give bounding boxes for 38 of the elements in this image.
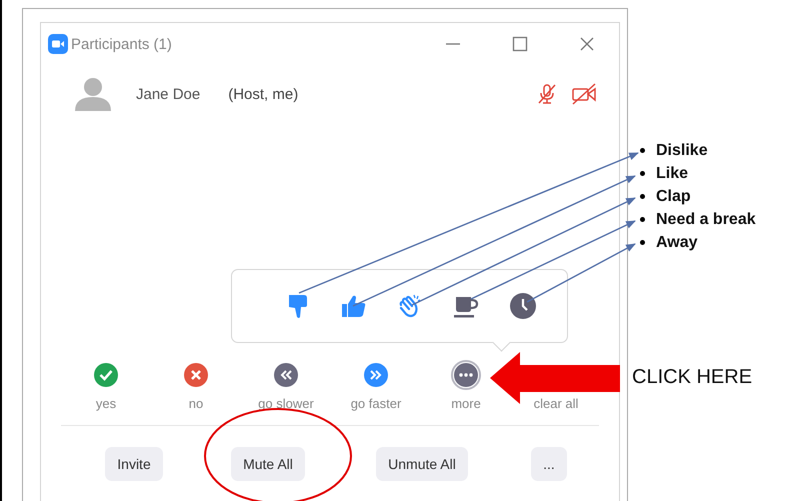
bullet-icon: [640, 148, 645, 153]
window-title: Participants (1): [71, 36, 172, 52]
feedback-label: yes: [96, 396, 116, 411]
faster-feedback-icon[interactable]: [361, 360, 391, 390]
clapping-hands-icon[interactable]: [397, 293, 423, 319]
bullet-icon: [640, 240, 645, 245]
feedback-label: go faster: [350, 396, 402, 411]
maximize-icon[interactable]: [512, 36, 528, 52]
thumbs-up-icon[interactable]: [341, 294, 367, 318]
participant-name: Jane Doe: [136, 86, 200, 102]
window-button[interactable]: Invite: [105, 446, 163, 480]
feedback-label: no: [188, 396, 204, 411]
annotation-label: Like: [656, 164, 688, 182]
yes-feedback-icon[interactable]: [91, 360, 121, 390]
participant-role: (Host, me): [228, 86, 298, 102]
avatar-icon: [73, 77, 113, 111]
feedback-label: more: [451, 396, 481, 411]
bullet-icon: [640, 171, 645, 176]
callout-text: CLICK HERE: [632, 366, 752, 389]
no-feedback-icon[interactable]: [181, 360, 211, 390]
video-off-icon[interactable]: [571, 83, 597, 105]
feedback-label: clear all: [534, 396, 578, 411]
coffee-cup-icon[interactable]: [453, 294, 479, 318]
bullet-icon: [640, 194, 645, 199]
muted-microphone-icon[interactable]: [536, 83, 558, 105]
video-camera-icon: [48, 34, 68, 54]
annotation-label: Need a break: [656, 210, 756, 228]
window-button[interactable]: ...: [531, 446, 567, 480]
annotation-label: Clap: [656, 188, 691, 206]
annotation-label: Away: [656, 234, 698, 252]
window-button[interactable]: Mute All: [231, 446, 305, 480]
annotation-label: Dislike: [656, 142, 708, 160]
clock-icon[interactable]: [509, 292, 537, 320]
more-feedback-icon[interactable]: [451, 360, 481, 390]
slower-feedback-icon[interactable]: [271, 360, 301, 390]
window-button[interactable]: Unmute All: [376, 446, 468, 480]
bullet-icon: [640, 217, 645, 222]
close-icon[interactable]: [579, 36, 595, 52]
